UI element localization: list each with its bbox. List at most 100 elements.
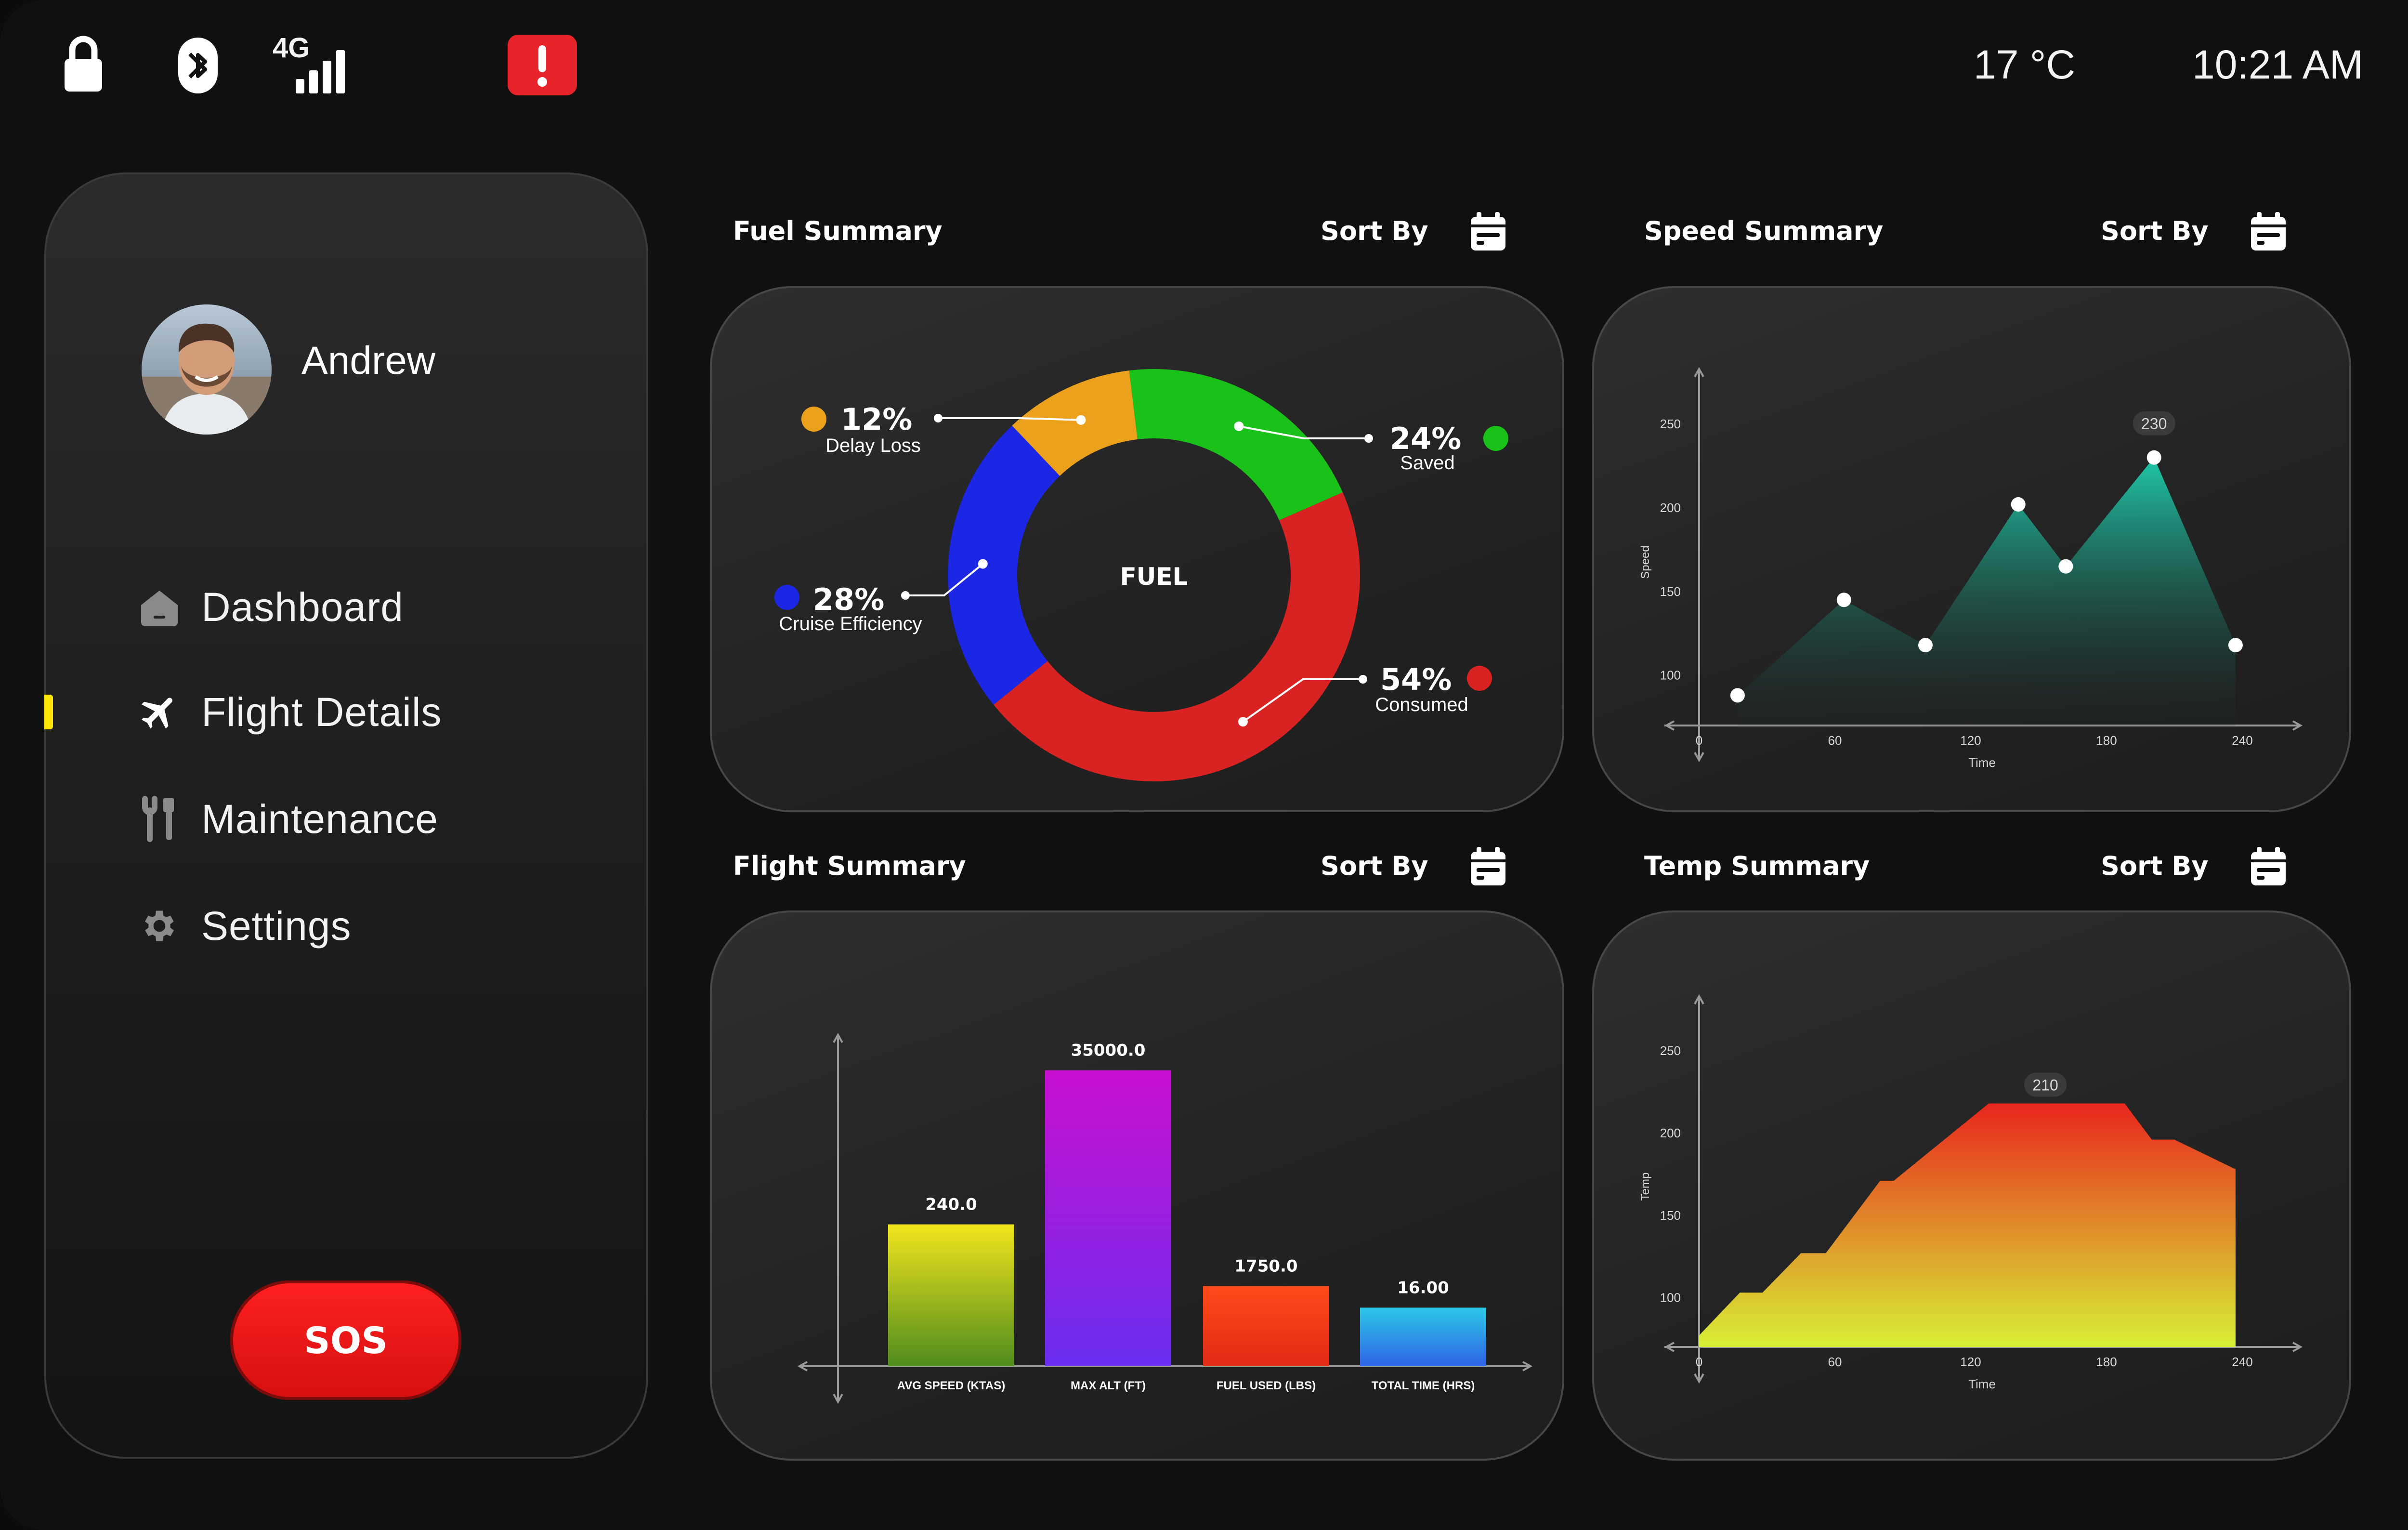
y-tick-label: 250 — [1660, 1043, 1681, 1058]
slice-name-label: Consumed — [1375, 694, 1468, 715]
avatar[interactable] — [142, 304, 272, 435]
bar — [1203, 1286, 1329, 1366]
speed-area-chart: 230 0 60 120 180 240 100 150 200 250 Time Speed — [1639, 367, 2303, 770]
nav-item-settings[interactable]: Settings — [138, 897, 352, 955]
fuel-donut-chart: 12%Delay Loss 24%Saved 54%Consumed 28%Cruis… — [774, 369, 1508, 782]
tools-icon — [138, 796, 181, 842]
home-icon — [138, 585, 181, 629]
clock: 10:21 AM — [2192, 42, 2363, 87]
slice-name-label: Cruise Efficiency — [779, 613, 922, 634]
area-series — [1699, 1103, 2236, 1347]
leader-dot — [901, 591, 910, 600]
legend-dot — [1467, 666, 1492, 691]
bar-value-label: 240.0 — [925, 1195, 977, 1214]
speed-summary-card: 230 0 60 120 180 240 100 150 200 250 Time Speed — [1592, 286, 2351, 812]
temp-summary-card: 210 0 60 120 180 240 100 150 200 250 Time Temp — [1592, 910, 2351, 1461]
y-tick-label: 100 — [1660, 1291, 1681, 1305]
x-tick-label: 0 — [1696, 1355, 1702, 1369]
slice-percent-label: 12% — [841, 402, 912, 437]
calendar-icon[interactable] — [1469, 847, 1507, 887]
legend-dot — [1483, 426, 1508, 451]
area-series — [1737, 457, 2236, 725]
data-point — [2058, 559, 2073, 574]
y-axis-title: Speed — [1639, 545, 1652, 579]
active-nav-indicator — [44, 695, 53, 729]
leader-dot — [934, 414, 942, 422]
leader-line — [938, 417, 1081, 421]
data-point — [1836, 593, 1851, 607]
bar — [888, 1224, 1014, 1366]
y-tick-label: 200 — [1660, 1126, 1681, 1140]
bar-category-label: AVG SPEED (KTAS) — [897, 1379, 1005, 1392]
alert-icon[interactable] — [508, 35, 577, 95]
y-tick-label: 100 — [1660, 668, 1681, 683]
user-name: Andrew — [301, 339, 436, 382]
nav-item-flight-details[interactable]: Flight Details — [138, 683, 442, 741]
speed-summary-title: Speed Summary — [1644, 216, 1884, 246]
calendar-icon[interactable] — [1469, 212, 1507, 252]
temp-sort-by-button[interactable]: Sort By — [2101, 851, 2209, 881]
y-axis-title: Temp — [1639, 1173, 1652, 1201]
x-tick-label: 180 — [2096, 733, 2117, 748]
fuel-summary-title: Fuel Summary — [733, 216, 942, 246]
sidebar: Andrew Dashboard Flight Details Maintena… — [44, 172, 648, 1459]
x-axis-title: Time — [1968, 1377, 1996, 1391]
x-tick-label: 240 — [2232, 733, 2252, 748]
nav-item-dashboard[interactable]: Dashboard — [138, 578, 404, 636]
data-point — [1918, 638, 1933, 653]
bar-category-label: FUEL USED (LBS) — [1217, 1379, 1316, 1392]
slice-name-label: Delay Loss — [825, 435, 921, 456]
leader-dot — [1364, 434, 1373, 443]
nav-item-label: Flight Details — [201, 689, 442, 735]
bar-value-label: 1750.0 — [1234, 1257, 1297, 1276]
x-tick-label: 120 — [1960, 1355, 1981, 1369]
nav-item-label: Dashboard — [201, 584, 404, 630]
flight-summary-card: 240.0 AVG SPEED (KTAS) 35000.0 MAX ALT (FT)… — [710, 910, 1564, 1461]
slice-percent-label: 54% — [1380, 662, 1452, 697]
flight-sort-by-button[interactable]: Sort By — [1321, 851, 1428, 881]
nav-item-maintenance[interactable]: Maintenance — [138, 790, 438, 848]
x-tick-label: 180 — [2096, 1355, 2117, 1369]
speed-sort-by-button[interactable]: Sort By — [2101, 216, 2209, 246]
peak-label: 230 — [2141, 415, 2167, 433]
fuel-sort-by-button[interactable]: Sort By — [1321, 216, 1428, 246]
data-point — [1730, 688, 1745, 703]
temp-area-chart: 210 0 60 120 180 240 100 150 200 250 Time Temp — [1639, 994, 2303, 1391]
bluetooth-icon[interactable] — [178, 38, 218, 93]
donut-slice-cruise-efficiency — [948, 425, 1060, 705]
slice-percent-label: 28% — [813, 582, 884, 617]
x-tick-label: 120 — [1960, 733, 1981, 748]
data-point — [2011, 497, 2026, 512]
slice-name-label: Saved — [1400, 452, 1454, 474]
bar-category-label: TOTAL TIME (HRS) — [1372, 1379, 1475, 1392]
gear-icon — [138, 904, 181, 948]
y-tick-label: 150 — [1660, 584, 1681, 599]
y-tick-label: 200 — [1660, 501, 1681, 515]
nav-item-label: Maintenance — [201, 796, 438, 842]
nav-item-label: Settings — [201, 903, 352, 949]
calendar-icon[interactable] — [2249, 212, 2288, 252]
leader-dot — [1359, 675, 1367, 684]
bar-category-label: MAX ALT (FT) — [1071, 1379, 1146, 1392]
temperature-readout: 17 °C — [1974, 42, 2076, 87]
fuel-summary-card: 12% Delay Loss 24% Saved 54% Consumed 28% Cruis… — [710, 286, 1564, 812]
lock-icon[interactable] — [62, 32, 105, 94]
calendar-icon[interactable] — [2249, 847, 2288, 887]
peak-label: 210 — [2032, 1077, 2058, 1094]
donut-slice-consumed — [994, 492, 1360, 782]
sos-button[interactable]: SOS — [230, 1280, 461, 1400]
slice-percent-label: 24% — [1390, 421, 1461, 456]
bar — [1045, 1070, 1171, 1366]
bar — [1360, 1307, 1486, 1366]
bar-value-label: 35000.0 — [1071, 1041, 1146, 1060]
x-tick-label: 0 — [1696, 733, 1702, 748]
data-point — [2228, 638, 2243, 653]
x-tick-label: 240 — [2232, 1355, 2252, 1369]
temp-summary-title: Temp Summary — [1644, 851, 1870, 881]
x-tick-label: 60 — [1828, 1355, 1842, 1369]
donut-slice-saved — [1129, 369, 1343, 520]
bar-value-label: 16.00 — [1397, 1278, 1449, 1297]
legend-dot — [774, 585, 799, 610]
y-tick-label: 250 — [1660, 417, 1681, 431]
flight-summary-title: Flight Summary — [733, 851, 966, 881]
